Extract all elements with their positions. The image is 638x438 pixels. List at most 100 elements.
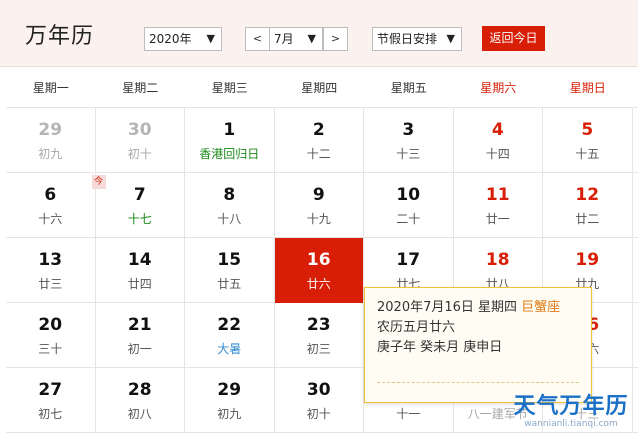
day-number: 28 xyxy=(127,380,152,400)
calendar-day-cell[interactable]: 8 十八 xyxy=(185,173,275,238)
lunar-date: 十二 xyxy=(306,147,331,161)
calendar-day-cell[interactable]: 3 十三 xyxy=(364,108,454,173)
lunar-date: 十八 xyxy=(217,212,242,226)
calendar-day-cell[interactable]: 13 廿三 xyxy=(6,238,96,303)
day-number: 8 xyxy=(223,185,236,205)
calendar-day-cell[interactable]: 20 三十 xyxy=(6,303,96,368)
calendar-day-cell[interactable]: 16 廿六 xyxy=(274,238,364,303)
day-number: 2 xyxy=(312,120,325,140)
day-number: 17 xyxy=(396,250,421,270)
year-select[interactable]: 2020年 ▼ xyxy=(144,27,222,51)
lunar-date: 初一 xyxy=(127,342,152,356)
weekday-label: 星期五 xyxy=(390,81,427,95)
calendar-day-cell[interactable]: 15 廿五 xyxy=(185,238,275,303)
lunar-date: 初七 xyxy=(38,407,63,421)
lunar-date: 初十 xyxy=(306,407,331,421)
day-number: 22 xyxy=(217,315,242,335)
lunar-date: 初三 xyxy=(306,342,331,356)
calendar-day-cell[interactable]: 21 初一 xyxy=(96,303,185,368)
calendar-day-cell[interactable]: 2 十二 xyxy=(275,108,364,173)
day-number: 3 xyxy=(402,120,415,140)
lunar-date: 十九 xyxy=(306,212,331,226)
popup-ganzhi: 庚子年 癸未月 庚申日 xyxy=(377,340,503,355)
lunar-date: 初十 xyxy=(127,147,152,161)
calendar-day-cell[interactable]: 22 大暑 xyxy=(185,303,275,368)
popup-date: 2020年7月16日 星期四 xyxy=(377,300,518,315)
month-select[interactable]: 7月 ▼ xyxy=(269,27,323,51)
chevron-down-icon: ▼ xyxy=(446,32,455,45)
day-number: 14 xyxy=(127,250,152,270)
calendar-week-row: 29 初九 30 初十 1 香港回归日 2 十二 3 十三 4 十四 5 十五 xyxy=(6,108,638,173)
calendar-day-cell[interactable]: 14 廿四 xyxy=(96,238,185,303)
calendar-day-cell[interactable]: 29 初九 xyxy=(185,368,275,433)
day-number: 16 xyxy=(306,250,331,270)
day-number: 19 xyxy=(575,250,600,270)
lunar-date: 廿三 xyxy=(38,277,63,291)
calendar-day-cell[interactable]: 9 十九 xyxy=(275,173,364,238)
chevron-down-icon: ▼ xyxy=(206,32,215,45)
holiday-select-value: 节假日安排 xyxy=(377,32,438,46)
weekday-header: 星期一 星期二 星期三 星期四 星期五 星期六 星期日 xyxy=(6,68,638,108)
calendar-day-cell[interactable]: 23 初三 xyxy=(275,303,364,368)
lunar-date: 廿四 xyxy=(127,277,152,291)
return-today-button[interactable]: 返回今日 xyxy=(482,26,545,51)
calendar-header: 万年历 2020年 ▼ < 7月 ▼ > 节假日安排 ▼ 返回今日 xyxy=(0,0,638,67)
lunar-date: 香港回归日 xyxy=(199,147,260,161)
day-number: 1 xyxy=(223,120,236,140)
day-number: 11 xyxy=(485,185,510,205)
lunar-date: 十六 xyxy=(38,212,63,226)
calendar-day-cell[interactable]: 4 十四 xyxy=(454,108,543,173)
weekday-label: 星期二 xyxy=(122,81,159,95)
calendar-day-cell[interactable]: 27 初七 xyxy=(6,368,96,433)
lunar-date: 三十 xyxy=(38,342,63,356)
day-number: 27 xyxy=(38,380,63,400)
lunar-date: 十七 xyxy=(127,212,152,226)
lunar-date: 十三 xyxy=(396,147,421,161)
calendar-day-cell[interactable]: 10 二十 xyxy=(364,173,454,238)
day-number: 23 xyxy=(306,315,331,335)
weekday-label: 星期一 xyxy=(32,81,69,95)
lunar-date: 二十 xyxy=(396,212,421,226)
day-number: 30 xyxy=(306,380,331,400)
lunar-date: 十五 xyxy=(575,147,600,161)
day-number: 20 xyxy=(38,315,63,335)
popup-divider xyxy=(377,382,579,383)
month-select-value: 7月 xyxy=(274,32,294,46)
page-title: 万年历 xyxy=(25,24,95,49)
weekday-label: 星期日 xyxy=(569,81,606,95)
chevron-down-icon: ▼ xyxy=(307,32,316,45)
weekday-label: 星期六 xyxy=(480,81,517,95)
lunar-date: 廿六 xyxy=(306,277,331,291)
calendar-day-cell[interactable]: 30 初十 xyxy=(96,108,185,173)
day-number: 29 xyxy=(38,120,63,140)
logo-subtext: wannianli.tianqi.com xyxy=(524,419,618,429)
lunar-date: 十四 xyxy=(485,147,510,161)
calendar-day-cell[interactable]: 28 初八 xyxy=(96,368,185,433)
logo-text: 天气万年历 xyxy=(513,394,629,419)
calendar-day-cell[interactable]: 30 初十 xyxy=(275,368,364,433)
lunar-date: 廿五 xyxy=(217,277,242,291)
holiday-select[interactable]: 节假日安排 ▼ xyxy=(372,27,462,51)
calendar-day-cell[interactable]: 5 十五 xyxy=(543,108,633,173)
calendar-day-cell[interactable]: 12 廿二 xyxy=(543,173,633,238)
calendar-day-cell[interactable]: 1 香港回归日 xyxy=(185,108,275,173)
lunar-date: 初九 xyxy=(38,147,63,161)
popup-lunar: 农历五月廿六 xyxy=(377,320,456,335)
site-logo[interactable]: 天气万年历 wannianli.tianqi.com xyxy=(508,388,634,436)
lunar-date: 廿二 xyxy=(575,212,600,226)
calendar-week-row: 6 十六今 7 十七 8 十八 9 十九 10 二十 11 廿一 12 廿二 xyxy=(6,173,638,238)
next-month-button[interactable]: > xyxy=(323,27,348,51)
calendar-day-cell[interactable]: 29 初九 xyxy=(6,108,96,173)
lunar-date: 大暑 xyxy=(217,342,242,356)
day-number: 4 xyxy=(491,120,504,140)
prev-month-button[interactable]: < xyxy=(245,27,270,51)
day-number: 13 xyxy=(38,250,63,270)
calendar-day-cell[interactable]: 11 廿一 xyxy=(454,173,543,238)
popup-zodiac: 巨蟹座 xyxy=(521,300,561,315)
day-number: 10 xyxy=(396,185,421,205)
calendar-day-cell[interactable]: 今 7 十七 xyxy=(91,173,185,238)
day-number: 29 xyxy=(217,380,242,400)
day-number: 21 xyxy=(127,315,152,335)
day-detail-popup: 2020年7月16日 星期四 巨蟹座 农历五月廿六 庚子年 癸未月 庚申日 xyxy=(364,287,592,403)
calendar-day-cell[interactable]: 6 十六 xyxy=(6,173,96,238)
